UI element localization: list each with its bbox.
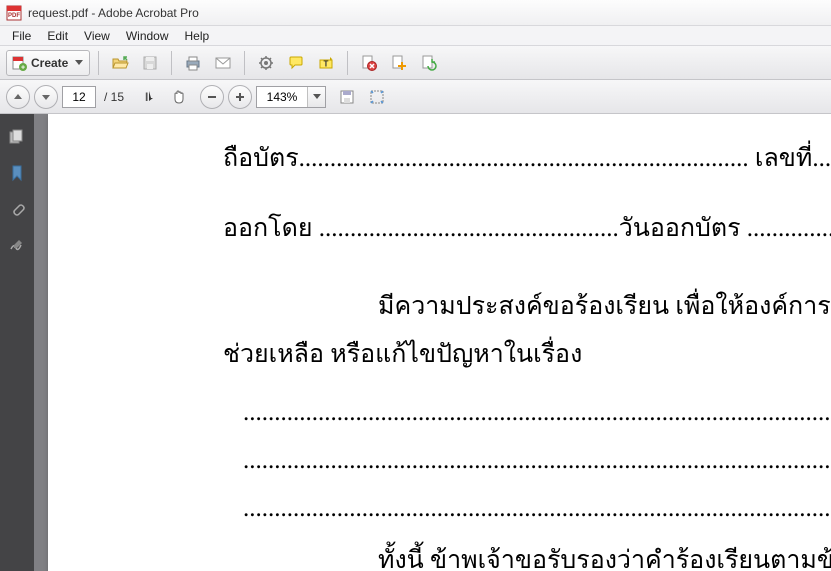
- create-button[interactable]: + Create: [6, 50, 90, 76]
- menu-bar: File Edit View Window Help: [0, 26, 831, 46]
- pdf-icon: PDF: [6, 5, 22, 21]
- doc-text-line: ช่วยเหลือ หรือแก้ไขปัญหาในเรื่อง: [48, 340, 831, 370]
- zoom-value: 143%: [257, 90, 307, 104]
- zoom-in-button[interactable]: [228, 85, 252, 109]
- chevron-down-icon: [75, 60, 83, 65]
- page-total-label: / 15: [104, 90, 124, 104]
- doc-text-line: ........................................…: [48, 494, 831, 524]
- doc-text-line: มีความประสงค์ขอร้องเรียน เพื่อให้องค์การ…: [48, 292, 831, 322]
- next-page-button[interactable]: [34, 85, 58, 109]
- zoom-dropdown-icon[interactable]: [307, 87, 325, 107]
- cursor-text-icon: I: [140, 88, 158, 106]
- svg-text:T: T: [324, 59, 329, 68]
- menu-window[interactable]: Window: [118, 27, 177, 45]
- signature-icon: [8, 236, 26, 254]
- bookmark-icon: [9, 164, 25, 182]
- pages-icon: [8, 128, 26, 146]
- select-tool-button[interactable]: I: [136, 84, 162, 110]
- gear-icon: [257, 54, 275, 72]
- signatures-panel-button[interactable]: [6, 234, 28, 256]
- fit-page-icon: [368, 88, 386, 106]
- add-page-button[interactable]: [386, 50, 412, 76]
- zoom-out-button[interactable]: [200, 85, 224, 109]
- zoom-select[interactable]: 143%: [256, 86, 326, 108]
- email-button[interactable]: [210, 50, 236, 76]
- delete-page-button[interactable]: [356, 50, 382, 76]
- arrow-down-icon: [40, 91, 52, 103]
- main-area: ถือบัตร.................................…: [0, 114, 831, 571]
- create-label: Create: [31, 56, 68, 70]
- doc-text-line: ........................................…: [48, 398, 831, 428]
- envelope-icon: [214, 54, 232, 72]
- save-copy-button[interactable]: [334, 84, 360, 110]
- doc-text-line: ถือบัตร.................................…: [48, 144, 831, 174]
- comment-button[interactable]: [283, 50, 309, 76]
- svg-text:PDF: PDF: [8, 13, 20, 19]
- plus-icon: [234, 91, 246, 103]
- minus-icon: [206, 91, 218, 103]
- menu-file[interactable]: File: [4, 27, 39, 45]
- create-pdf-icon: +: [11, 55, 27, 71]
- refresh-page-button[interactable]: [416, 50, 442, 76]
- prev-page-button[interactable]: [6, 85, 30, 109]
- menu-help[interactable]: Help: [177, 27, 218, 45]
- page-delete-icon: [360, 54, 378, 72]
- page-add-icon: [390, 54, 408, 72]
- pdf-page: ถือบัตร.................................…: [48, 114, 831, 571]
- hand-icon: [170, 88, 188, 106]
- folder-open-icon: [111, 54, 129, 72]
- hand-tool-button[interactable]: [166, 84, 192, 110]
- save-disk-icon: [338, 88, 356, 106]
- menu-edit[interactable]: Edit: [39, 27, 76, 45]
- doc-text-line: ........................................…: [48, 446, 831, 476]
- window-title: request.pdf - Adobe Acrobat Pro: [28, 6, 199, 20]
- save-icon: [141, 54, 159, 72]
- highlight-text-icon: T: [317, 54, 335, 72]
- svg-text:+: +: [21, 64, 25, 71]
- side-panel: [0, 114, 34, 571]
- open-button[interactable]: [107, 50, 133, 76]
- main-toolbar: + Create: [0, 46, 831, 80]
- thumbnails-panel-button[interactable]: [6, 126, 28, 148]
- doc-text-line: ทั้งนี้ ข้าพเจ้าขอรับรองว่าคำร้องเรียนตา…: [48, 546, 831, 571]
- page-refresh-icon: [420, 54, 438, 72]
- bookmarks-panel-button[interactable]: [6, 162, 28, 184]
- svg-text:I: I: [145, 90, 148, 104]
- doc-text-line: ออกโดย .................................…: [48, 214, 831, 244]
- document-viewport[interactable]: ถือบัตร.................................…: [34, 114, 831, 571]
- speech-bubble-icon: [287, 54, 305, 72]
- print-button[interactable]: [180, 50, 206, 76]
- highlight-button[interactable]: T: [313, 50, 339, 76]
- title-bar: PDF request.pdf - Adobe Acrobat Pro: [0, 0, 831, 26]
- printer-icon: [184, 54, 202, 72]
- paperclip-icon: [9, 200, 25, 218]
- save-button[interactable]: [137, 50, 163, 76]
- attachments-panel-button[interactable]: [6, 198, 28, 220]
- nav-toolbar: / 15 I 143%: [0, 80, 831, 114]
- settings-button[interactable]: [253, 50, 279, 76]
- arrow-up-icon: [12, 91, 24, 103]
- menu-view[interactable]: View: [76, 27, 118, 45]
- fit-page-button[interactable]: [364, 84, 390, 110]
- page-number-input[interactable]: [62, 86, 96, 108]
